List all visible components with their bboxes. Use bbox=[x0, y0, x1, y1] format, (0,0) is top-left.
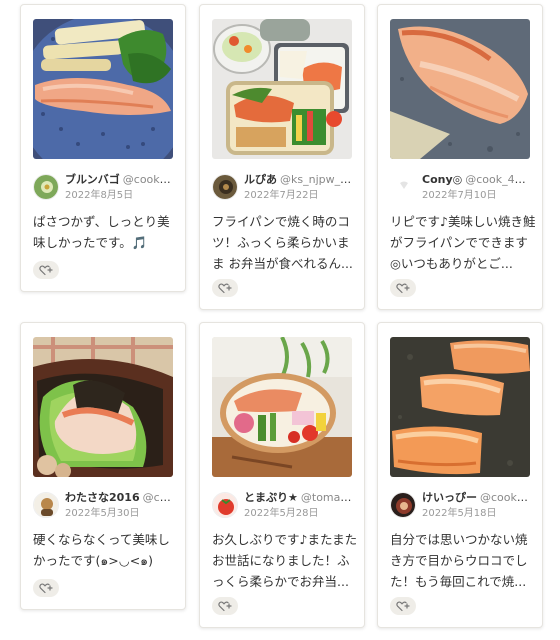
heart-plus-icon bbox=[396, 283, 410, 294]
heart-plus-icon bbox=[39, 265, 53, 276]
avatar[interactable] bbox=[33, 492, 59, 518]
tsukurepo-photo[interactable] bbox=[212, 19, 352, 159]
post-date: 2022年7月10日 bbox=[422, 190, 497, 201]
tsukurepo-grid: ブルンバゴ@cook_4... 2022年8月5日 ぱさつかず、しっとり美味しか… bbox=[0, 0, 560, 640]
tsukurepo-photo[interactable] bbox=[33, 337, 173, 477]
post-date: 2022年8月5日 bbox=[65, 190, 134, 201]
avatar[interactable] bbox=[390, 492, 416, 518]
heart-plus-icon bbox=[396, 601, 410, 612]
thanks-button[interactable] bbox=[33, 261, 59, 279]
author-name[interactable]: とまぷり★ @tomap... bbox=[244, 491, 354, 505]
tsukurepo-card[interactable]: とまぷり★ @tomap... 2022年5月28日 お久しぶりです♪またまたお世… bbox=[199, 322, 365, 628]
heart-plus-icon bbox=[39, 583, 53, 594]
tsukurepo-card[interactable]: ブルンバゴ@cook_4... 2022年8月5日 ぱさつかず、しっとり美味しか… bbox=[20, 4, 186, 292]
author-info[interactable]: わたさな2016@coo... 2022年5月30日 bbox=[33, 491, 175, 521]
author-info[interactable]: けいっぴー@cook_4... 2022年5月18日 bbox=[390, 491, 532, 521]
thanks-button[interactable] bbox=[390, 597, 416, 615]
heart-plus-icon bbox=[218, 601, 232, 612]
thanks-button[interactable] bbox=[33, 579, 59, 597]
thanks-button[interactable] bbox=[390, 279, 416, 297]
thanks-button[interactable] bbox=[212, 597, 238, 615]
comment-text: ぱさつかず、しっとり美味しかったです。🎵 bbox=[33, 214, 170, 250]
comment-text: フライパンで焼く時のコツ！ふっくら柔らかいまま お弁当が食べれるん... bbox=[212, 214, 353, 271]
author-info[interactable]: とまぷり★ @tomap... 2022年5月28日 bbox=[212, 491, 354, 521]
avatar[interactable] bbox=[390, 174, 416, 200]
post-date: 2022年5月28日 bbox=[244, 508, 319, 519]
tsukurepo-card[interactable]: ルぴあ @ks_njpw_gb 2022年7月22日 フライパンで焼く時のコツ！ふ… bbox=[199, 4, 365, 310]
tsukurepo-card[interactable]: わたさな2016@coo... 2022年5月30日 硬くならなくって美味しかっ… bbox=[20, 322, 186, 610]
avatar[interactable] bbox=[33, 174, 59, 200]
author-info[interactable]: ブルンバゴ@cook_4... 2022年8月5日 bbox=[33, 173, 175, 203]
tsukurepo-photo[interactable] bbox=[212, 337, 352, 477]
comment-text: リピです♪美味しい焼き鮭がフライパンでできます◎いつもありがとご... bbox=[390, 214, 536, 271]
tsukurepo-photo[interactable] bbox=[390, 337, 530, 477]
author-name[interactable]: わたさな2016@coo... bbox=[65, 491, 175, 505]
comment-text: お久しぶりです♪またまたお世話になりました！ふっくら柔らかでお弁当... bbox=[212, 532, 358, 589]
thanks-button[interactable] bbox=[212, 279, 238, 297]
post-date: 2022年7月22日 bbox=[244, 190, 319, 201]
author-name[interactable]: Cony◎ @cook_401... bbox=[422, 173, 532, 187]
author-info[interactable]: Cony◎ @cook_401... 2022年7月10日 bbox=[390, 173, 532, 203]
tsukurepo-card[interactable]: けいっぴー@cook_4... 2022年5月18日 自分では思いつかない焼き方… bbox=[377, 322, 543, 628]
tsukurepo-photo[interactable] bbox=[390, 19, 530, 159]
author-name[interactable]: ブルンバゴ@cook_4... bbox=[65, 173, 175, 187]
tsukurepo-card[interactable]: Cony◎ @cook_401... 2022年7月10日 リピです♪美味しい焼き… bbox=[377, 4, 543, 310]
post-date: 2022年5月18日 bbox=[422, 508, 497, 519]
tsukurepo-photo[interactable] bbox=[33, 19, 173, 159]
avatar[interactable] bbox=[212, 174, 238, 200]
comment-text: 硬くならなくって美味しかったです(๑>◡<๑) bbox=[33, 532, 170, 568]
comment-text: 自分では思いつかない焼き方で目からウロコでした！もう毎回これで焼... bbox=[390, 532, 528, 589]
avatar[interactable] bbox=[212, 492, 238, 518]
author-name[interactable]: けいっぴー@cook_4... bbox=[422, 491, 532, 505]
post-date: 2022年5月30日 bbox=[65, 508, 140, 519]
author-name[interactable]: ルぴあ @ks_njpw_gb bbox=[244, 173, 354, 187]
author-info[interactable]: ルぴあ @ks_njpw_gb 2022年7月22日 bbox=[212, 173, 354, 203]
heart-plus-icon bbox=[218, 283, 232, 294]
